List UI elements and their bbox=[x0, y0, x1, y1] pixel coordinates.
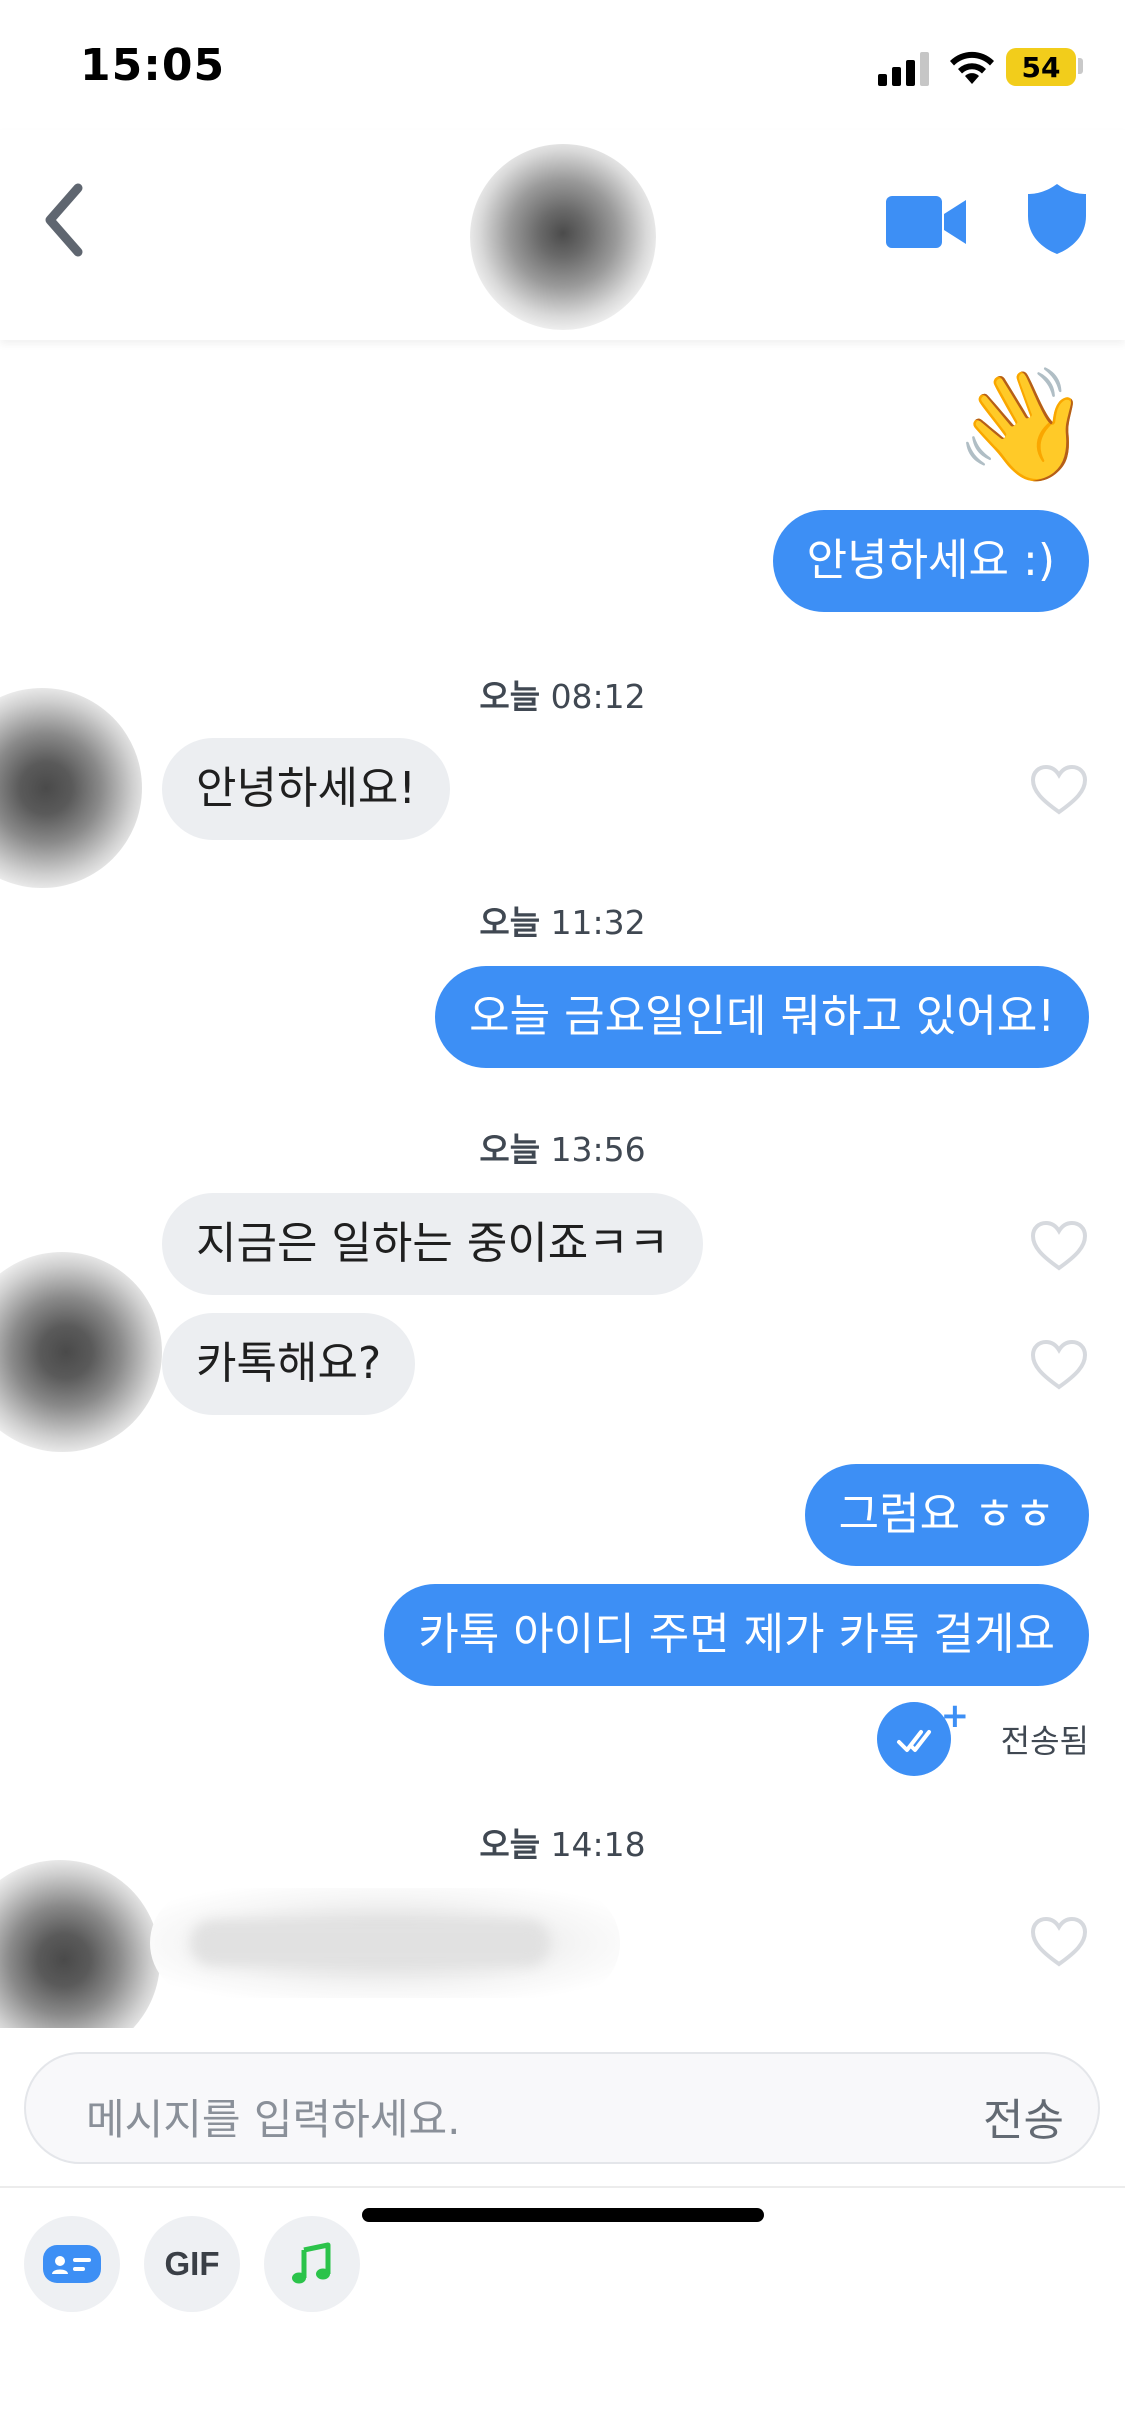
match-avatar[interactable] bbox=[470, 144, 656, 330]
wifi-icon bbox=[950, 51, 994, 84]
message-input-placeholder: 메시지를 입력하세요. bbox=[86, 2095, 461, 2144]
timestamp: 오늘 13:56 bbox=[0, 1123, 1125, 1171]
attachment-toolbar: GIF bbox=[0, 2188, 1125, 2436]
outgoing-message[interactable]: 오늘 금요일인데 뭐하고 있어요! bbox=[435, 966, 1089, 1068]
timestamp: 오늘 11:32 bbox=[0, 896, 1125, 944]
timestamp-day: 오늘 bbox=[479, 1130, 541, 1169]
sender-avatar[interactable] bbox=[0, 1252, 162, 1452]
timestamp-time: 08:12 bbox=[550, 677, 646, 716]
gif-button[interactable]: GIF bbox=[144, 2216, 240, 2312]
music-note-icon bbox=[292, 2242, 331, 2284]
timestamp: 오늘 14:18 bbox=[0, 1818, 1125, 1866]
incoming-message[interactable]: 지금은 일하는 중이죠ㅋㅋ bbox=[162, 1193, 704, 1295]
outgoing-message[interactable]: 안녕하세요 :) bbox=[772, 510, 1089, 612]
message-input[interactable]: 메시지를 입력하세요. 전송 bbox=[24, 2052, 1100, 2164]
cellular-signal-icon bbox=[878, 52, 929, 86]
timestamp-day: 오늘 bbox=[479, 1825, 541, 1864]
battery-tip bbox=[1078, 58, 1083, 74]
outgoing-message[interactable]: 그럼요 ㅎㅎ bbox=[804, 1464, 1089, 1566]
timestamp: 오늘 08:12 bbox=[0, 670, 1125, 718]
timestamp-time: 13:56 bbox=[550, 1130, 646, 1169]
timestamp-time: 14:18 bbox=[550, 1825, 646, 1864]
incoming-message[interactable]: 카톡해요? bbox=[162, 1313, 416, 1415]
video-call-icon[interactable] bbox=[886, 190, 968, 254]
like-heart-icon[interactable] bbox=[1030, 1339, 1088, 1391]
status-bar: 15:05 54 bbox=[0, 0, 1125, 130]
send-button[interactable]: 전송 bbox=[983, 2084, 1064, 2148]
like-heart-icon[interactable] bbox=[1030, 764, 1088, 816]
like-heart-icon[interactable] bbox=[1030, 1220, 1088, 1272]
chat-header bbox=[0, 130, 1125, 340]
timestamp-day: 오늘 bbox=[479, 677, 541, 716]
blurred-message-text bbox=[190, 1920, 550, 1966]
status-time: 15:05 bbox=[80, 40, 226, 91]
timestamp-time: 11:32 bbox=[550, 903, 646, 942]
like-heart-icon[interactable] bbox=[1030, 1916, 1088, 1968]
outgoing-message[interactable]: 카톡 아이디 주면 제가 카톡 걸게요 bbox=[384, 1584, 1089, 1686]
sender-avatar[interactable] bbox=[0, 1860, 160, 2028]
delivery-status: + 전송됨 bbox=[876, 1696, 1089, 1776]
back-chevron-icon[interactable] bbox=[36, 180, 96, 260]
battery-indicator: 54 bbox=[1006, 48, 1076, 86]
contact-card-icon bbox=[43, 2245, 101, 2283]
delivery-status-text: 전송됨 bbox=[1000, 1722, 1089, 1760]
read-receipt-icon: + bbox=[876, 1696, 969, 1776]
incoming-message[interactable]: 안녕하세요! bbox=[162, 738, 451, 840]
composer: 메시지를 입력하세요. 전송 bbox=[0, 2028, 1125, 2188]
timestamp-day: 오늘 bbox=[479, 903, 541, 942]
gif-label: GIF bbox=[164, 2245, 220, 2282]
shield-icon[interactable] bbox=[1026, 182, 1088, 256]
plus-icon: + bbox=[940, 1696, 970, 1736]
sender-avatar[interactable] bbox=[0, 688, 142, 888]
message-list[interactable]: 👋 안녕하세요 :) 오늘 08:12 안녕하세요! 오늘 11:32 오늘 금… bbox=[0, 340, 1125, 2028]
wave-emoji: 👋 bbox=[954, 361, 1091, 489]
music-button[interactable] bbox=[264, 2216, 360, 2312]
profile-card-button[interactable] bbox=[24, 2216, 120, 2312]
home-indicator[interactable] bbox=[362, 2208, 764, 2222]
